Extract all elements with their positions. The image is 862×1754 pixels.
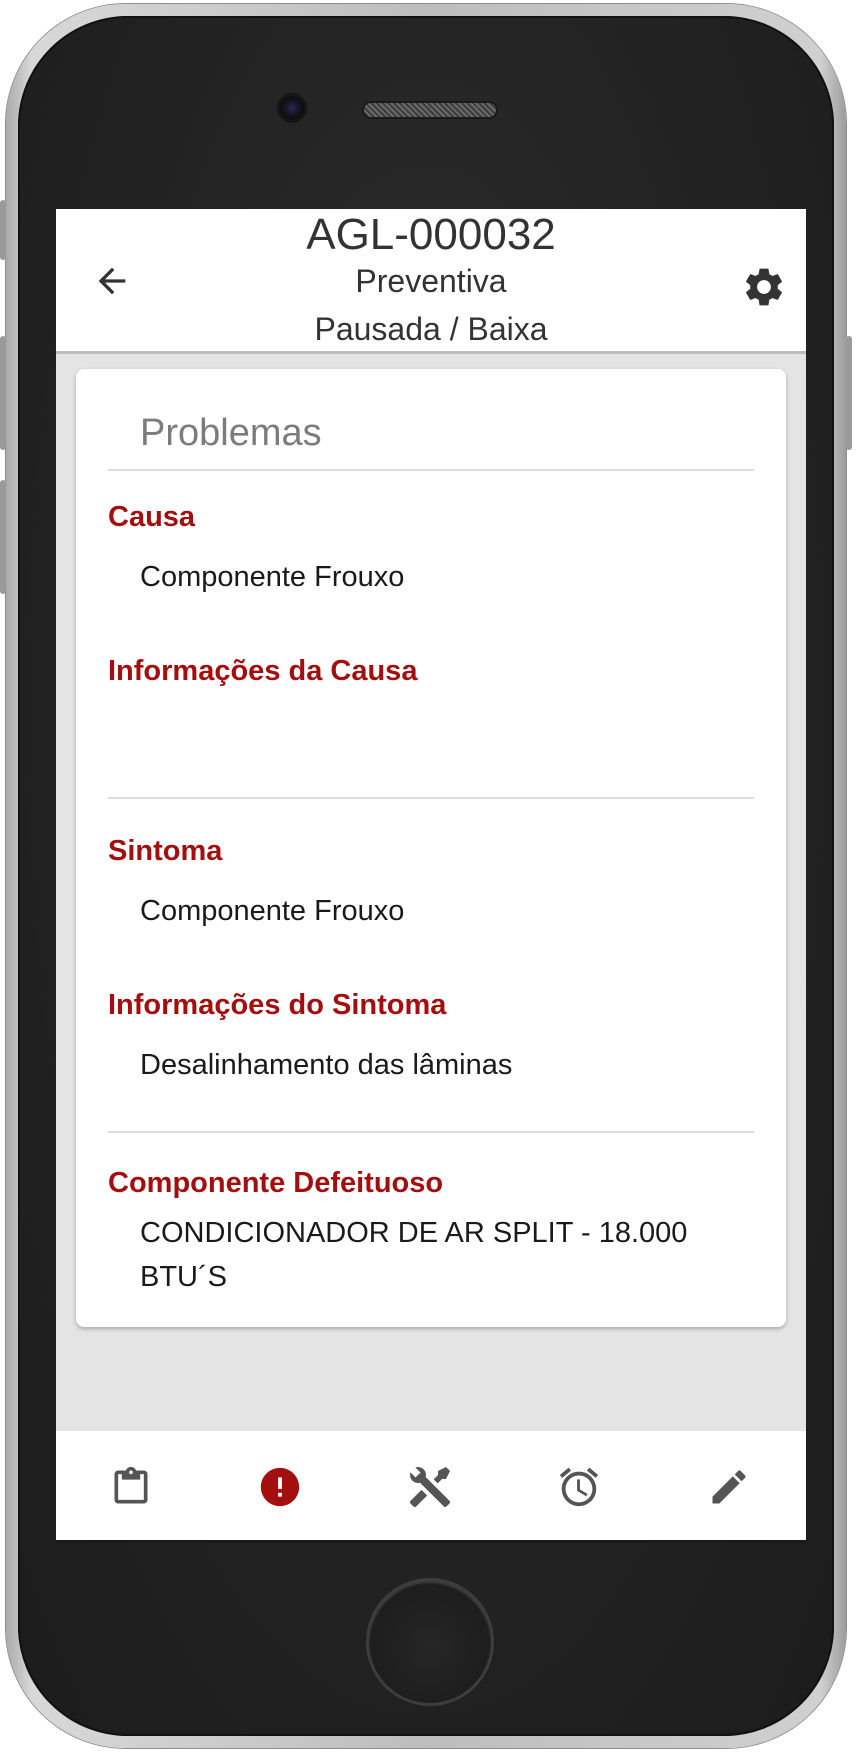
- section-divider: [108, 797, 754, 799]
- nav-details-button[interactable]: [101, 1457, 161, 1517]
- nav-services-button[interactable]: [400, 1457, 460, 1517]
- title-divider: [108, 469, 754, 471]
- symptom-label: Sintoma: [108, 835, 223, 867]
- defective-component-value: CONDICIONADOR DE AR SPLIT - 18.000 BTU´S: [140, 1217, 688, 1293]
- volume-down-button: [0, 480, 6, 594]
- power-button: [846, 336, 852, 450]
- defective-component-label: Componente Defeituoso: [108, 1167, 444, 1199]
- tools-icon: [409, 1467, 451, 1508]
- alert-circle-icon: [260, 1467, 300, 1507]
- mute-switch: [0, 200, 6, 260]
- bottom-navigation: [56, 1431, 806, 1543]
- nav-signature-button[interactable]: [699, 1457, 759, 1517]
- symptom-info-label: Informações do Sintoma: [108, 989, 447, 1021]
- section-divider: [108, 1131, 754, 1133]
- app-bar: AGL-000032 Preventiva Pausada / Baixa: [56, 209, 806, 354]
- pencil-icon: [712, 1470, 746, 1504]
- alarm-clock-icon: [559, 1467, 599, 1507]
- screen-bottom-edge: [56, 1540, 806, 1543]
- symptom-value: Componente Frouxo: [140, 895, 405, 927]
- earpiece-speaker: [364, 103, 496, 117]
- arrow-left-icon: [98, 267, 126, 295]
- home-button[interactable]: [366, 1578, 494, 1706]
- cause-label: Causa: [108, 501, 196, 533]
- app-screen: AGL-000032 Preventiva Pausada / Baixa Pr…: [56, 209, 806, 1543]
- volume-up-button: [0, 336, 6, 450]
- order-type: Preventiva: [355, 263, 507, 299]
- order-id: AGL-000032: [306, 210, 556, 259]
- clipboard-icon: [114, 1466, 148, 1504]
- settings-button[interactable]: [740, 263, 788, 311]
- problems-card: Problemas Causa Componente Frouxo Inform…: [76, 369, 786, 1327]
- front-camera: [280, 96, 304, 120]
- gear-icon: [746, 268, 782, 306]
- order-status: Pausada / Baixa: [314, 311, 548, 347]
- card-title: Problemas: [140, 412, 322, 454]
- nav-time-button[interactable]: [549, 1457, 609, 1517]
- nav-problems-button[interactable]: [250, 1457, 310, 1517]
- cause-value: Componente Frouxo: [140, 561, 405, 593]
- symptom-info-value: Desalinhamento das lâminas: [140, 1049, 513, 1081]
- back-button[interactable]: [86, 255, 138, 307]
- cause-info-label: Informações da Causa: [108, 655, 418, 687]
